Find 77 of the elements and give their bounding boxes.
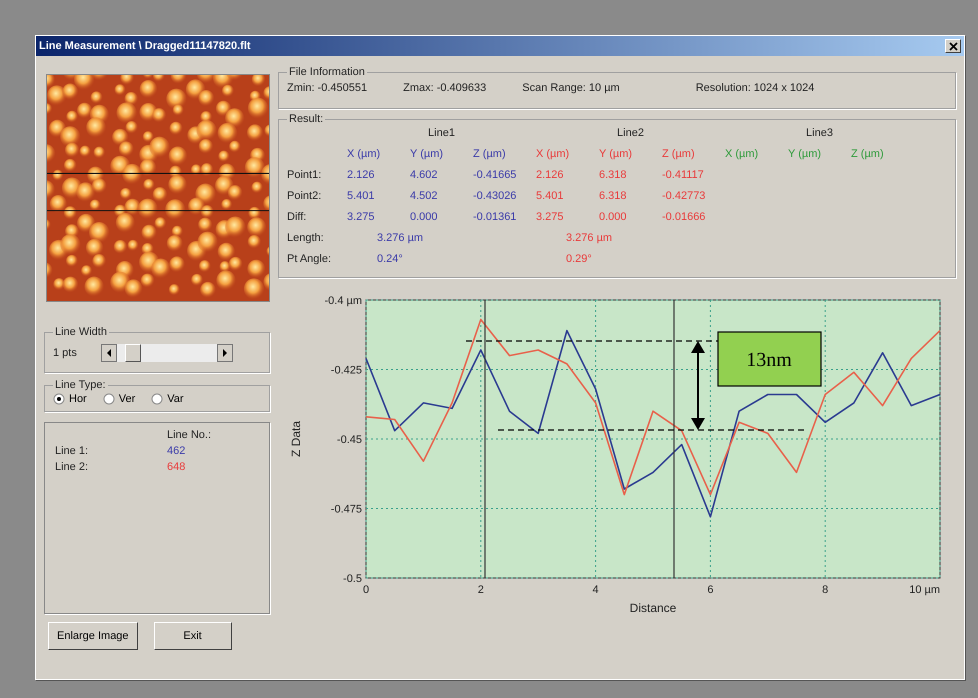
window-title: Line Measurement \ Dragged11147820.flt [39, 40, 251, 52]
y-tick-label: -0.425 [330, 364, 362, 376]
slider-thumb[interactable] [124, 344, 141, 362]
file-info-field: Scan Range: 10 µm [522, 82, 620, 94]
table-cell-text: 4.502 [410, 190, 439, 202]
column-heading: Z (µm) [662, 148, 696, 160]
table-cell-text: 0.000 [410, 211, 439, 223]
table-cell-text: -0.41665 [473, 169, 518, 181]
table-cell-text: 0.29° [565, 253, 593, 265]
y-tick-label: -0.475 [330, 504, 362, 516]
table-cell-text: 5.401 [536, 190, 565, 202]
y-tick-label: -0.5 [343, 573, 362, 585]
column-heading: X (µm) [536, 148, 570, 160]
file-info-field: Zmin: -0.450551 [287, 82, 368, 94]
table-cell-text: -0.41117 [662, 169, 705, 181]
close-button[interactable] [945, 39, 961, 53]
x-tick-label: 0 [362, 584, 370, 596]
table-cell-text: 0.24° [376, 253, 404, 265]
line-number: 648 [167, 461, 186, 473]
y-tick-label: -0.45 [336, 434, 362, 446]
file-info-field: Zmax: -0.409633 [403, 82, 486, 94]
line-type-radio[interactable]: Hor [53, 393, 87, 405]
table-cell-text: -0.42773 [662, 190, 706, 202]
table-cell-text: 6.318 [599, 190, 628, 202]
x-tick-label: 8 [822, 584, 828, 596]
group-label: Line Width [54, 326, 108, 338]
line-heading: Line2 [616, 127, 645, 139]
column-heading: Y (µm) [788, 148, 822, 160]
table-cell-text: 0.000 [599, 211, 628, 223]
column-heading: Z (µm) [473, 148, 507, 160]
line-number: 462 [167, 445, 186, 457]
line-type-radio[interactable]: Ver [102, 393, 136, 405]
group-label: Result: [288, 113, 324, 125]
table-cell-text: 3.275 [347, 211, 376, 223]
x-tick-label: 6 [707, 584, 714, 596]
table-cell-text: 4.602 [410, 169, 439, 181]
table-cell-text: -0.01361 [473, 211, 518, 223]
column-heading: Z (µm) [851, 148, 885, 160]
x-axis-title: Distance [630, 601, 676, 615]
table-cell-text: 2.126 [536, 169, 565, 181]
dialog-button[interactable]: Exit [154, 622, 232, 650]
close-icon [948, 42, 958, 50]
line-heading: Line1 [427, 127, 456, 139]
row-label: Point2: [287, 190, 322, 202]
x-tick-label: 10 µm [909, 584, 940, 596]
column-heading: X (µm) [725, 148, 760, 160]
line-type-radio[interactable]: Var [151, 393, 184, 405]
table-cell-text: 3.275 [536, 211, 565, 223]
line-label: Line 2: [55, 461, 90, 473]
table-cell-text: 6.318 [599, 169, 628, 181]
file-info-field: Resolution: 1024 x 1024 [696, 82, 814, 94]
table-cell-text: 2.126 [347, 169, 376, 181]
line-label: Line 1: [55, 445, 90, 457]
group-label: Line Type: [54, 379, 107, 391]
row-label: Length: [287, 232, 325, 244]
column-heading: Y (µm) [410, 148, 444, 160]
column-heading: X (µm) [347, 148, 382, 160]
row-label: Diff: [287, 211, 308, 223]
group-label: File Information [288, 66, 366, 78]
table-cell-text: 3.276 µm [376, 232, 424, 244]
x-tick-label: 4 [592, 584, 599, 596]
column-heading: Line No.: [167, 429, 212, 441]
y-axis-title: Z Data [289, 421, 303, 457]
y-tick-label: -0.4 µm [324, 295, 362, 307]
line-heading: Line3 [805, 127, 834, 139]
dialog-button[interactable]: Enlarge Image [48, 622, 138, 650]
x-tick-label: 2 [478, 584, 484, 596]
row-label: Point1: [287, 169, 322, 181]
column-heading: Y (µm) [599, 148, 634, 160]
line-width-value: 1 pts [53, 347, 77, 359]
table-cell-text: -0.43026 [473, 190, 518, 202]
row-label: Pt Angle: [287, 253, 332, 265]
line-width-slider[interactable] [100, 344, 233, 362]
table-cell-text: -0.01666 [662, 211, 706, 223]
annotation-label: 13nm [746, 349, 792, 371]
table-cell-text: 5.401 [347, 190, 376, 202]
table-cell-text: 3.276 µm [565, 232, 614, 244]
